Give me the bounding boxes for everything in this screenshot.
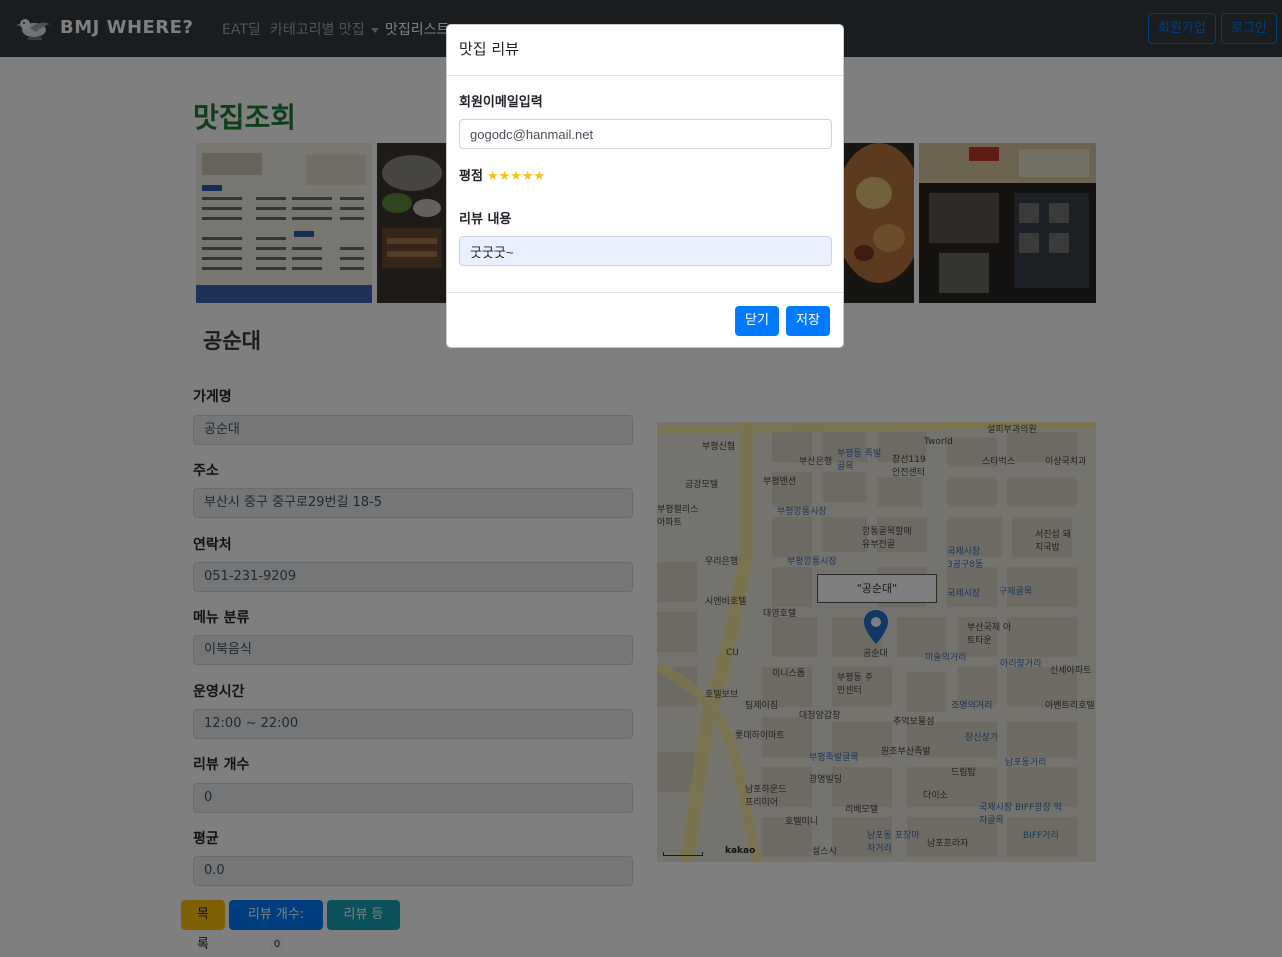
save-button[interactable]: 저장	[786, 306, 830, 336]
modal-header: 맛집 리뷰	[447, 25, 843, 76]
modal-footer	[447, 292, 843, 293]
close-button[interactable]: 닫기	[735, 306, 779, 336]
review-content-label: 리뷰 내용	[459, 212, 512, 227]
rating-row: 평점 ★★★★★	[459, 165, 545, 184]
rating-label: 평점	[459, 169, 483, 184]
modal-title: 맛집 리뷰	[459, 40, 519, 58]
email-label: 회원이메일입력	[459, 95, 543, 110]
review-modal: 맛집 리뷰 회원이메일입력 평점 ★★★★★ 리뷰 내용 닫기 저장	[446, 24, 844, 348]
email-input[interactable]	[459, 119, 832, 149]
rating-stars[interactable]: ★★★★★	[487, 169, 545, 184]
review-content-input[interactable]	[459, 236, 832, 266]
